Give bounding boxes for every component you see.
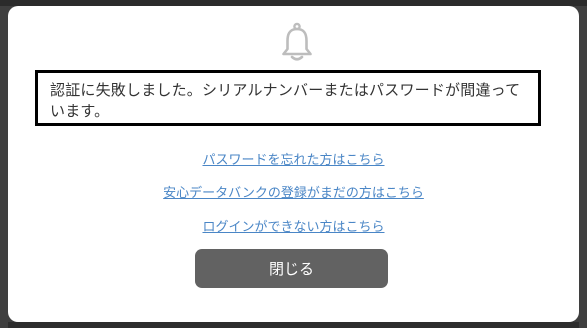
cannot-login-link[interactable]: ログインができない方はこちら [202, 216, 384, 235]
not-registered-link[interactable]: 安心データバンクの登録がまだの方はこちら [163, 182, 424, 201]
error-dialog: 認証に失敗しました。シリアルナンバーまたはパスワードが間違っています。 パスワー… [8, 6, 579, 322]
bell-icon [282, 22, 312, 61]
forgot-password-link[interactable]: パスワードを忘れた方はこちら [202, 149, 384, 168]
link-row-forgot-password: パスワードを忘れた方はこちら [8, 149, 579, 168]
link-row-login-help: ログインができない方はこちら [8, 216, 579, 235]
close-button[interactable]: 閉じる [195, 249, 388, 288]
error-message: 認証に失敗しました。シリアルナンバーまたはパスワードが間違っています。 [35, 70, 541, 126]
link-row-register: 安心データバンクの登録がまだの方はこちら [8, 182, 579, 201]
dialog-shadow [8, 322, 579, 328]
error-message-text: 認証に失敗しました。シリアルナンバーまたはパスワードが間違っています。 [50, 81, 521, 120]
